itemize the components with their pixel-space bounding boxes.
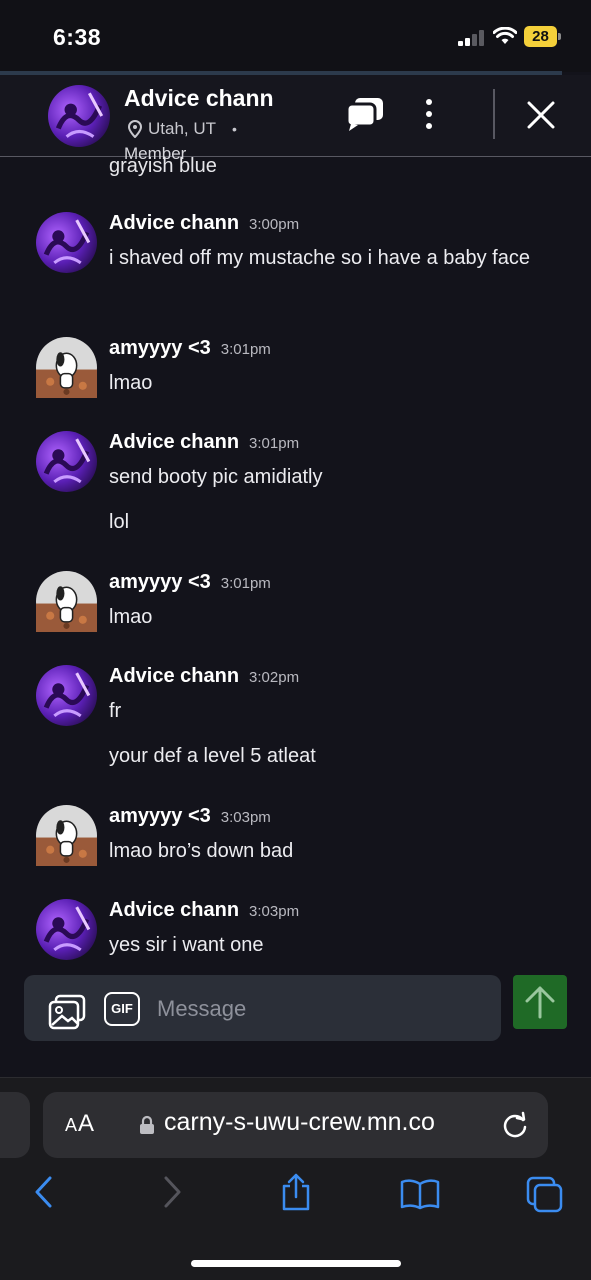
message-timestamp: 3:03pm — [220, 809, 271, 826]
message-text: i shaved off my mustache so i have a bab… — [109, 247, 530, 269]
bookmarks-icon[interactable] — [400, 1178, 440, 1210]
home-indicator[interactable] — [191, 1260, 401, 1267]
message-username[interactable]: Advice chann 3:02pm — [109, 665, 299, 688]
message-text: your def a level 5 atleat — [109, 745, 316, 767]
avatar[interactable] — [36, 571, 97, 632]
chat-title: Advice chann — [124, 85, 274, 111]
avatar[interactable] — [36, 665, 97, 726]
avatar[interactable] — [48, 85, 110, 147]
lock-icon — [140, 1115, 154, 1134]
previous-tab-edge[interactable] — [0, 1092, 30, 1158]
message-username[interactable]: Advice chann 3:03pm — [109, 899, 299, 922]
battery-icon: 28 — [524, 26, 561, 47]
gif-icon[interactable]: GIF — [104, 992, 140, 1026]
forward-icon[interactable] — [160, 1174, 184, 1210]
more-vertical-icon[interactable] — [420, 97, 438, 131]
separator-dot: • — [232, 121, 237, 137]
status-bar: 6:38 28 — [0, 0, 591, 72]
wifi-icon — [493, 27, 517, 44]
message-username[interactable]: amyyyy <3 3:01pm — [109, 571, 271, 594]
location-text: Utah, UT — [148, 119, 217, 138]
message-username[interactable]: Advice chann 3:00pm — [109, 212, 299, 235]
chat-header: Advice chann Utah, UT • Member — [0, 75, 591, 163]
text-size-button[interactable]: AA — [65, 1110, 95, 1138]
image-icon[interactable] — [48, 994, 86, 1030]
url-text[interactable]: carny-s-uwu-crew.mn.co — [164, 1108, 435, 1137]
close-icon[interactable] — [526, 100, 556, 130]
send-button[interactable] — [513, 975, 567, 1029]
message-text: lol — [109, 511, 130, 533]
message-timestamp: 3:03pm — [249, 903, 300, 920]
location-pin-icon — [128, 120, 142, 138]
message-text: lmao — [109, 606, 153, 628]
avatar[interactable] — [36, 431, 97, 492]
avatar[interactable] — [36, 337, 97, 398]
send-arrow-icon — [525, 986, 555, 1019]
message-text: yes sir i want one — [109, 934, 264, 956]
message-list[interactable]: grayish blue Advice chann 3:00pm i shaved… — [0, 157, 591, 969]
status-time: 6:38 — [53, 24, 102, 50]
message-text: send booty pic amidiatly — [109, 466, 323, 488]
message-text: lmao bro’s down bad — [109, 840, 294, 862]
message-timestamp: 3:02pm — [249, 669, 300, 686]
chat-bubbles-icon[interactable] — [345, 96, 385, 132]
back-icon[interactable] — [32, 1174, 56, 1210]
browser-toolbar: AA carny-s-uwu-crew.mn.co — [0, 1077, 591, 1280]
address-bar[interactable]: AA carny-s-uwu-crew.mn.co — [43, 1092, 548, 1158]
message-text: lmao — [109, 372, 153, 394]
message-timestamp: 3:01pm — [249, 435, 300, 452]
previous-message-text: grayish blue — [109, 157, 217, 177]
avatar[interactable] — [36, 899, 97, 960]
message-input[interactable] — [157, 993, 477, 1025]
message-timestamp: 3:01pm — [220, 341, 271, 358]
message-timestamp: 3:01pm — [220, 575, 271, 592]
message-composer: GIF — [24, 975, 501, 1041]
signal-icon — [458, 30, 486, 46]
reload-icon[interactable] — [501, 1111, 529, 1139]
message-text: fr — [109, 700, 122, 722]
header-divider — [493, 89, 495, 139]
message-username[interactable]: Advice chann 3:01pm — [109, 431, 299, 454]
avatar[interactable] — [36, 805, 97, 866]
header-location: Utah, UT • — [128, 119, 237, 139]
tabs-icon[interactable] — [526, 1176, 564, 1214]
message-username[interactable]: amyyyy <3 3:03pm — [109, 805, 271, 828]
battery-level: 28 — [524, 26, 557, 47]
message-username[interactable]: amyyyy <3 3:01pm — [109, 337, 271, 360]
avatar[interactable] — [36, 212, 97, 273]
share-icon[interactable] — [279, 1172, 313, 1212]
message-timestamp: 3:00pm — [249, 216, 300, 233]
